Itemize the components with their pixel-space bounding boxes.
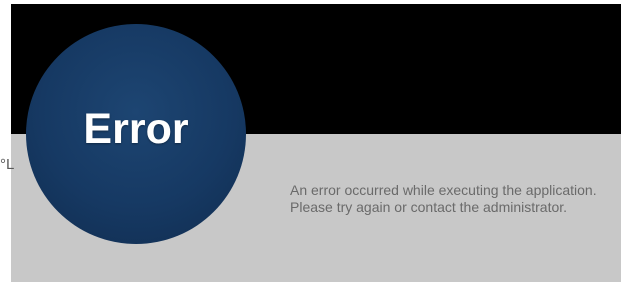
error-message-line-1: An error occurred while executing the ap… [290,182,597,198]
error-badge: Error [26,24,246,244]
error-message: An error occurred while executing the ap… [290,182,622,216]
error-title: Error [83,105,189,153]
error-message-line-2: Please try again or contact the administ… [290,199,568,215]
stray-text: °L [0,156,15,173]
error-page: °L Error An error occurred while executi… [0,0,627,286]
